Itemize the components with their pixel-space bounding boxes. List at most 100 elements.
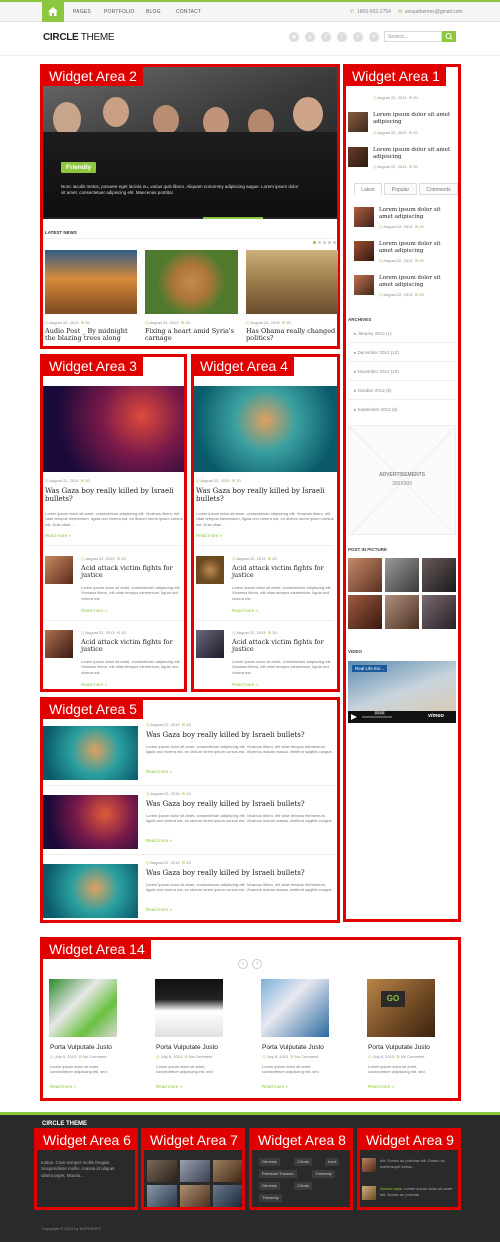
sidebar-post-title[interactable]: Lorem ipsum dolor sit amet adipiscing: [373, 147, 453, 160]
footer-photo[interactable]: [180, 1185, 210, 1207]
tab-latest[interactable]: Latest: [354, 183, 382, 195]
carousel-dots[interactable]: [313, 241, 337, 245]
footer-photo[interactable]: [180, 1160, 210, 1182]
news-image-dog[interactable]: [145, 250, 238, 314]
sidebar-post-title[interactable]: Lorem ipsum dolor sit amet adipiscing: [379, 275, 455, 288]
gallery-thumb[interactable]: [422, 595, 456, 629]
portfolio-title[interactable]: Porta Vulputate Justo: [50, 1044, 112, 1051]
vimeo-icon[interactable]: v: [353, 32, 363, 42]
read-more-link[interactable]: Read more »: [81, 608, 107, 613]
gallery-thumb[interactable]: [385, 595, 419, 629]
play-icon[interactable]: [351, 714, 357, 720]
rss-icon[interactable]: ◉: [289, 32, 299, 42]
read-more-link[interactable]: Read more »: [81, 682, 107, 687]
post-image[interactable]: [43, 795, 138, 849]
facebook-icon[interactable]: f: [321, 32, 331, 42]
post-thumb[interactable]: [45, 556, 73, 584]
read-more-link[interactable]: Read more »: [146, 838, 172, 843]
nav-contact[interactable]: CONTACT: [176, 9, 201, 15]
video-controls[interactable]: 01:15 vimeo: [348, 711, 456, 723]
post-title[interactable]: Was Gaza boy really killed by Israeli bu…: [146, 800, 336, 808]
carousel-next-button[interactable]: ›: [252, 959, 262, 969]
post-image[interactable]: [43, 864, 138, 918]
archive-link[interactable]: ▸ January 2013 (1): [354, 331, 392, 337]
read-more-link[interactable]: Read more »: [232, 682, 258, 687]
ad-box[interactable]: ADVERTISEMENTS 300X300: [348, 425, 457, 536]
post-title[interactable]: Acid attack victim fights for justice: [81, 638, 181, 654]
tag-link[interactable]: Clicufo: [294, 1182, 313, 1190]
tag-link[interactable]: Iconi: [325, 1158, 340, 1166]
archive-link[interactable]: ▸ November 2012 (10): [354, 369, 399, 375]
read-more-link[interactable]: Read more »: [196, 533, 222, 538]
tag-link[interactable]: Genesis: [259, 1182, 280, 1190]
read-more-link[interactable]: Read more »: [45, 533, 71, 538]
sidebar-thumb[interactable]: [354, 275, 374, 295]
post-thumb[interactable]: [45, 630, 73, 658]
portfolio-image[interactable]: [155, 979, 223, 1037]
footer-photo[interactable]: [213, 1185, 242, 1207]
gallery-thumb[interactable]: [422, 558, 456, 592]
portfolio-title[interactable]: Porta Vulputate Justo: [368, 1044, 430, 1051]
gallery-thumb[interactable]: [385, 558, 419, 592]
post-title[interactable]: Was Gaza boy really killed by Israeli bu…: [45, 487, 183, 503]
footer-photo[interactable]: [147, 1160, 177, 1182]
sidebar-thumb[interactable]: [354, 207, 374, 227]
post-title[interactable]: Was Gaza boy really killed by Israeli bu…: [196, 487, 334, 503]
sidebar-post-title[interactable]: Lorem ipsum dolor sit amet adipiscing: [379, 207, 455, 220]
read-more-link[interactable]: Read more »: [50, 1084, 76, 1089]
portfolio-title[interactable]: Porta Vulputate Justo: [156, 1044, 218, 1051]
post-thumb[interactable]: [196, 630, 224, 658]
gallery-thumb[interactable]: [348, 558, 382, 592]
nav-pages[interactable]: PAGES: [73, 9, 91, 15]
carousel-prev-button[interactable]: ‹: [238, 959, 248, 969]
tab-popular[interactable]: Popular: [384, 183, 417, 195]
post-thumb[interactable]: [196, 556, 224, 584]
post-image-dj[interactable]: [43, 386, 184, 472]
tag-link[interactable]: Premium Themes: [259, 1170, 297, 1178]
tag-link[interactable]: Themedy: [312, 1170, 335, 1178]
nav-blog[interactable]: BLOG: [146, 9, 161, 15]
search-button[interactable]: [442, 31, 456, 42]
archive-link[interactable]: ▸ October 2012 (9): [354, 388, 392, 394]
site-logo[interactable]: CIRCLE THEME: [43, 32, 115, 43]
post-image[interactable]: [43, 726, 138, 780]
news-title[interactable]: Has Obama really changed politics?: [246, 327, 340, 343]
post-title[interactable]: Acid attack victim fights for justice: [232, 638, 334, 654]
post-title[interactable]: Was Gaza boy really killed by Israeli bu…: [146, 731, 336, 739]
read-more-link[interactable]: Read more »: [156, 1084, 182, 1089]
search-input[interactable]: Search...: [384, 31, 442, 42]
portfolio-title[interactable]: Porta Vulputate Justo: [262, 1044, 324, 1051]
sidebar-thumb[interactable]: [348, 147, 368, 167]
read-more-link[interactable]: Read more »: [232, 608, 258, 613]
flickr-icon[interactable]: ••: [369, 32, 379, 42]
tab-comments[interactable]: Comments: [419, 183, 458, 195]
post-title[interactable]: Acid attack victim fights for justice: [81, 564, 181, 580]
footer-photo[interactable]: [213, 1160, 242, 1182]
google-plus-icon[interactable]: g: [305, 32, 315, 42]
read-more-link[interactable]: Read more »: [146, 769, 172, 774]
news-image-boat[interactable]: [45, 250, 137, 314]
gallery-thumb[interactable]: [348, 595, 382, 629]
archive-link[interactable]: ▸ December 2012 (12): [354, 350, 399, 356]
avatar[interactable]: [362, 1186, 376, 1200]
portfolio-image[interactable]: [261, 979, 329, 1037]
news-image-wedding[interactable]: [246, 250, 338, 314]
comment-author[interactable]: Davind says:: [380, 1186, 403, 1191]
post-title[interactable]: Acid attack victim fights for justice: [232, 564, 334, 580]
sidebar-thumb[interactable]: [354, 241, 374, 261]
read-more-link[interactable]: Read more »: [262, 1084, 288, 1089]
read-more-link[interactable]: Read more »: [368, 1084, 394, 1089]
tag-link[interactable]: Clicufo: [294, 1158, 313, 1166]
post-title[interactable]: Was Gaza boy really killed by Israeli bu…: [146, 869, 336, 877]
archive-link[interactable]: ▸ September 2012 (5): [354, 407, 398, 413]
tag-link[interactable]: Themedy: [259, 1194, 282, 1202]
video-player[interactable]: Real Life Exi... 01:15 vimeo: [348, 661, 456, 723]
twitter-icon[interactable]: t: [337, 32, 347, 42]
sidebar-post-title[interactable]: Lorem ipsum dolor sit amet adipiscing: [373, 112, 453, 125]
portfolio-image[interactable]: GO: [367, 979, 435, 1037]
sidebar-thumb[interactable]: [348, 112, 368, 132]
post-image-singer[interactable]: [194, 386, 337, 472]
tag-link[interactable]: Genesis: [259, 1158, 280, 1166]
portfolio-image[interactable]: [49, 979, 117, 1037]
avatar[interactable]: [362, 1158, 376, 1172]
